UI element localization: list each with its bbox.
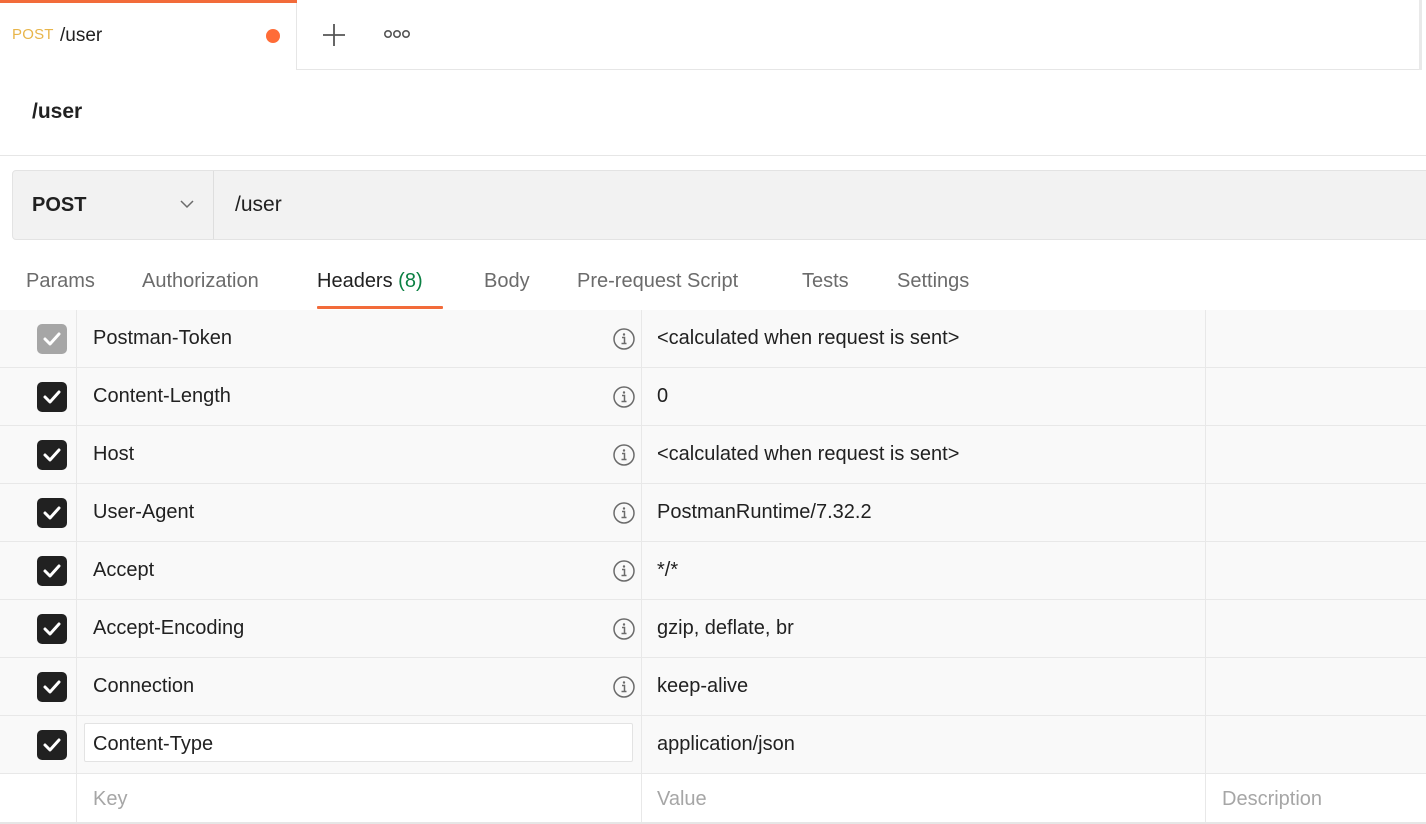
- checkmark-icon: [43, 738, 61, 752]
- info-icon[interactable]: [612, 501, 636, 525]
- header-key[interactable]: Content-Length: [93, 385, 231, 408]
- header-description[interactable]: [1206, 542, 1426, 599]
- header-key[interactable]: Accept: [93, 559, 154, 582]
- tab-pre-request-script[interactable]: Pre-request Script: [577, 270, 738, 293]
- header-value[interactable]: gzip, deflate, br: [657, 617, 794, 640]
- request-title[interactable]: /user: [32, 100, 82, 124]
- header-enabled-checkbox[interactable]: [37, 672, 67, 702]
- header-description[interactable]: [1206, 600, 1426, 657]
- table-row: Accept-Encoding gzip, deflate, br: [0, 600, 1426, 658]
- header-value[interactable]: <calculated when request is sent>: [657, 443, 959, 466]
- header-key[interactable]: Postman-Token: [93, 327, 232, 350]
- more-horizontal-icon: [384, 30, 410, 39]
- header-description[interactable]: [1206, 484, 1426, 541]
- header-value[interactable]: 0: [657, 385, 668, 408]
- header-enabled-checkbox[interactable]: [37, 498, 67, 528]
- table-row: Accept */*: [0, 542, 1426, 600]
- header-key[interactable]: User-Agent: [93, 501, 194, 524]
- new-description-input[interactable]: Description: [1206, 774, 1426, 822]
- header-enabled-checkbox[interactable]: [37, 614, 67, 644]
- header-description[interactable]: [1206, 658, 1426, 715]
- checkmark-icon: [43, 680, 61, 694]
- headers-table: Postman-Token <calculated when request i…: [0, 310, 1426, 824]
- headers-count-badge: (8): [398, 270, 423, 292]
- url-bar: POST: [12, 170, 1426, 240]
- header-value[interactable]: application/json: [657, 733, 795, 756]
- checkmark-icon: [43, 390, 61, 404]
- plus-icon: [323, 24, 345, 46]
- active-tab-indicator: [0, 0, 297, 3]
- checkmark-icon: [43, 332, 61, 346]
- info-icon[interactable]: [612, 327, 636, 351]
- tab-tests[interactable]: Tests: [802, 270, 849, 293]
- table-row: User-Agent PostmanRuntime/7.32.2: [0, 484, 1426, 542]
- info-icon[interactable]: [612, 617, 636, 641]
- info-icon[interactable]: [612, 559, 636, 583]
- table-row: Host <calculated when request is sent>: [0, 426, 1426, 484]
- checkmark-icon: [43, 506, 61, 520]
- new-header-row: Key Value Description: [0, 774, 1426, 824]
- table-row: Postman-Token <calculated when request i…: [0, 310, 1426, 368]
- more-tabs-button[interactable]: [378, 20, 416, 50]
- new-tab-button[interactable]: [316, 18, 352, 52]
- header-enabled-checkbox[interactable]: [37, 556, 67, 586]
- new-key-input[interactable]: Key: [77, 774, 642, 822]
- tab-params[interactable]: Params: [26, 270, 95, 293]
- header-key: Content-Type: [93, 733, 214, 755]
- header-description[interactable]: [1206, 716, 1426, 773]
- description-placeholder: Description: [1222, 788, 1323, 810]
- chevron-down-icon: [180, 200, 194, 209]
- header-description[interactable]: [1206, 426, 1426, 483]
- table-row: Content-Length 0: [0, 368, 1426, 426]
- url-input[interactable]: [215, 171, 1426, 239]
- header-enabled-checkbox[interactable]: [37, 324, 67, 354]
- tab-settings[interactable]: Settings: [897, 270, 969, 293]
- header-key[interactable]: Host: [93, 443, 134, 466]
- request-tabs: Params Authorization Headers (8) Body Pr…: [0, 252, 1426, 310]
- header-value[interactable]: <calculated when request is sent>: [657, 327, 959, 350]
- info-icon[interactable]: [612, 443, 636, 467]
- header-description[interactable]: [1206, 368, 1426, 425]
- active-tab-underline: [317, 306, 443, 309]
- request-header: /user: [0, 70, 1426, 156]
- method-select-value: POST: [32, 194, 87, 216]
- info-icon[interactable]: [612, 675, 636, 699]
- checkmark-icon: [43, 448, 61, 462]
- request-tab-name: /user: [60, 25, 103, 46]
- header-key[interactable]: Accept-Encoding: [93, 617, 244, 640]
- header-description[interactable]: [1206, 310, 1426, 367]
- request-tab-method: POST: [12, 26, 54, 43]
- header-value[interactable]: PostmanRuntime/7.32.2: [657, 501, 872, 524]
- request-tab[interactable]: POST /user: [0, 0, 297, 70]
- tab-authorization[interactable]: Authorization: [142, 270, 259, 293]
- tab-headers[interactable]: Headers (8): [317, 270, 423, 293]
- value-placeholder: Value: [657, 788, 707, 810]
- info-icon[interactable]: [612, 385, 636, 409]
- tab-strip-scrollbar[interactable]: [1419, 0, 1422, 70]
- checkmark-icon: [43, 622, 61, 636]
- header-enabled-checkbox[interactable]: [37, 440, 67, 470]
- header-value[interactable]: */*: [657, 559, 678, 582]
- header-key[interactable]: Connection: [93, 675, 194, 698]
- table-row: Connection keep-alive: [0, 658, 1426, 716]
- tab-bar: POST /user: [0, 0, 1426, 70]
- checkmark-icon: [43, 564, 61, 578]
- header-key-input[interactable]: Content-Type: [84, 723, 633, 762]
- key-placeholder: Key: [93, 788, 128, 810]
- tab-headers-label: Headers: [317, 270, 393, 292]
- unsaved-changes-dot-icon: [266, 29, 280, 43]
- header-enabled-checkbox[interactable]: [37, 382, 67, 412]
- header-value[interactable]: keep-alive: [657, 675, 748, 698]
- tab-body[interactable]: Body: [484, 270, 530, 293]
- header-enabled-checkbox[interactable]: [37, 730, 67, 760]
- new-value-input[interactable]: Value: [642, 774, 1206, 822]
- table-row: Content-Type application/json: [0, 716, 1426, 774]
- method-select[interactable]: POST: [13, 171, 214, 239]
